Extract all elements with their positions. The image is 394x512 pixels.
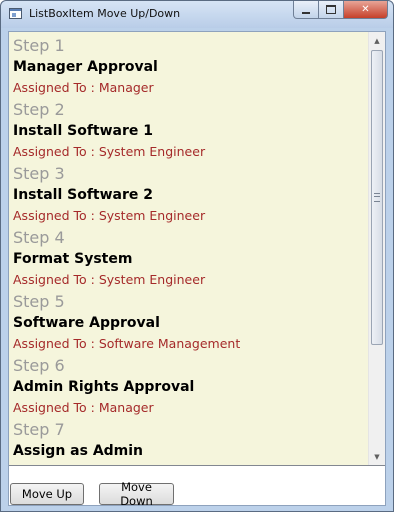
title-bar[interactable]: ListBoxItem Move Up/Down ✕ [1, 1, 393, 28]
step-number: Step 1 [13, 36, 65, 55]
step-number: Step 3 [13, 164, 65, 183]
list-item[interactable]: Step 6 Admin Rights Approval Assigned To… [13, 355, 367, 419]
close-icon: ✕ [361, 4, 370, 15]
assigned-to: Assigned To : Manager [13, 400, 154, 415]
scroll-thumb[interactable] [371, 50, 383, 345]
grip-icon [374, 193, 380, 202]
task-name: Format System [13, 251, 133, 267]
maximize-icon [326, 5, 336, 14]
assigned-to: Assigned To : Software Management [13, 336, 241, 351]
task-name: Admin Rights Approval [13, 379, 195, 395]
assigned-to: Assigned To : System Engineer [13, 272, 206, 287]
maximize-button[interactable] [319, 1, 344, 19]
steps-listbox[interactable]: Step 1 Manager Approval Assigned To : Ma… [9, 32, 385, 466]
caption-buttons: ✕ [293, 1, 388, 20]
scroll-up-button[interactable]: ▲ [369, 32, 385, 49]
step-number: Step 7 [13, 420, 65, 439]
assigned-to [13, 462, 367, 465]
minimize-icon [302, 11, 310, 14]
list-item[interactable]: Step 5 Software Approval Assigned To : S… [13, 291, 367, 355]
app-window: ListBoxItem Move Up/Down ✕ Step 1 Manage… [0, 0, 394, 512]
list-item[interactable]: Step 7 Assign as Admin [13, 419, 367, 465]
close-button[interactable]: ✕ [344, 1, 388, 19]
task-name: Install Software 2 [13, 187, 153, 203]
list-item[interactable]: Step 3 Install Software 2 Assigned To : … [13, 163, 367, 227]
step-number: Step 5 [13, 292, 65, 311]
list-items: Step 1 Manager Approval Assigned To : Ma… [13, 35, 367, 465]
app-window-icon[interactable] [9, 8, 22, 19]
list-item[interactable]: Step 4 Format System Assigned To : Syste… [13, 227, 367, 291]
vertical-scrollbar[interactable]: ▲ ▼ [368, 32, 385, 465]
assigned-to: Assigned To : Manager [13, 80, 154, 95]
step-number: Step 4 [13, 228, 65, 247]
move-down-button[interactable]: Move Down [99, 480, 174, 508]
task-name: Manager Approval [13, 59, 158, 75]
arrow-down-icon: ▼ [374, 452, 380, 461]
task-name: Install Software 1 [13, 123, 153, 139]
step-number: Step 6 [13, 356, 65, 375]
minimize-button[interactable] [293, 1, 319, 19]
client-area: Step 1 Manager Approval Assigned To : Ma… [8, 31, 386, 508]
scroll-down-button[interactable]: ▼ [369, 448, 385, 465]
move-up-button[interactable]: Move Up [10, 483, 84, 505]
list-item[interactable]: Step 2 Install Software 1 Assigned To : … [13, 99, 367, 163]
task-name: Software Approval [13, 315, 160, 331]
step-number: Step 2 [13, 100, 65, 119]
task-name: Assign as Admin [13, 443, 144, 459]
arrow-up-icon: ▲ [374, 36, 380, 45]
assigned-to: Assigned To : System Engineer [13, 144, 206, 159]
list-item[interactable]: Step 1 Manager Approval Assigned To : Ma… [13, 35, 367, 99]
window-title: ListBoxItem Move Up/Down [29, 7, 181, 20]
assigned-to: Assigned To : System Engineer [13, 208, 206, 223]
